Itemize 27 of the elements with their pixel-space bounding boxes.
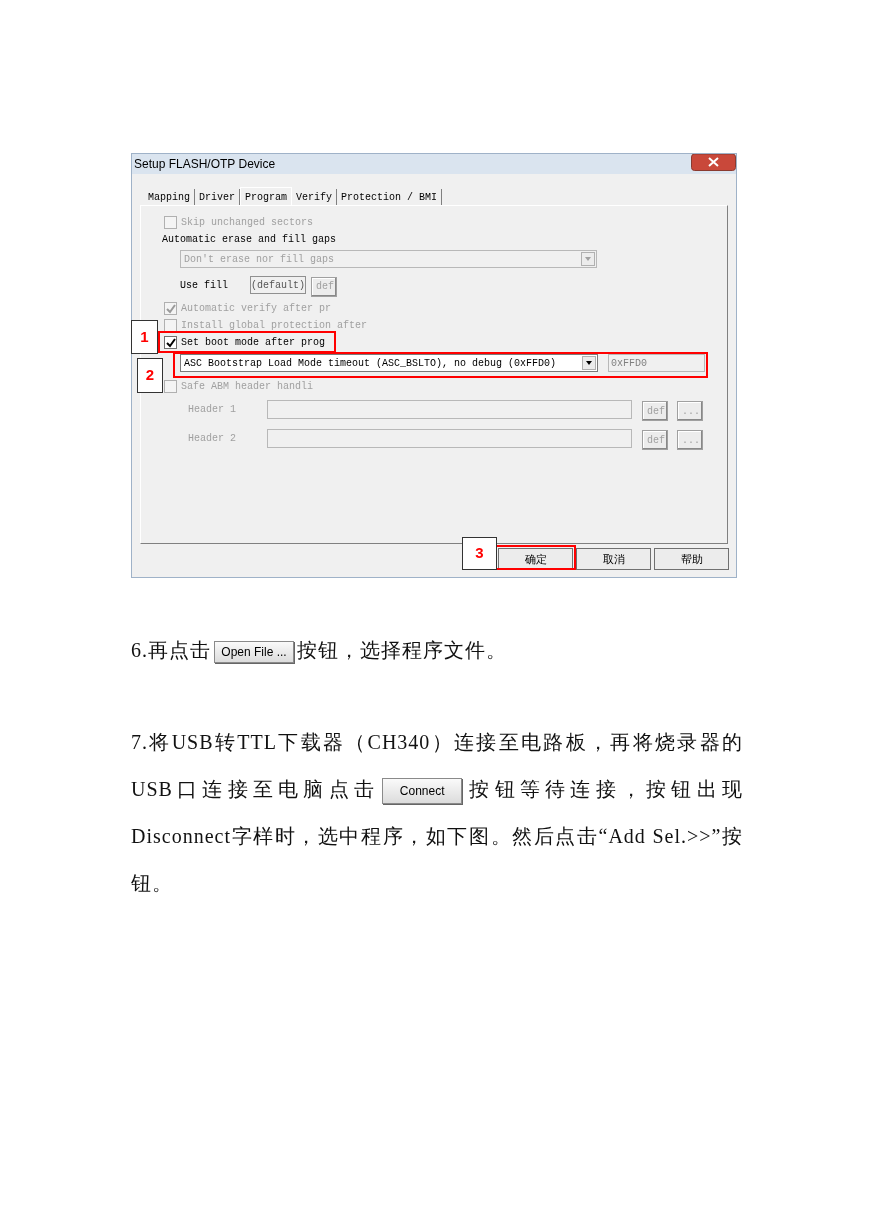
- checkbox[interactable]: [164, 336, 177, 349]
- checkbox-label: Safe ABM header handli: [181, 380, 314, 393]
- dialog-button[interactable]: 帮助: [654, 548, 729, 570]
- checkbox-label: Install global protection after: [181, 319, 368, 332]
- dialog-button[interactable]: 取消: [576, 548, 651, 570]
- fill-field[interactable]: (default): [250, 276, 306, 294]
- section-label: Automatic erase and fill gaps: [162, 233, 337, 247]
- checkbox-label: Skip unchanged sectors: [181, 216, 314, 229]
- window-title: Setup FLASH/OTP Device: [134, 156, 276, 173]
- instruction-paragraph: 7.将USB转TTL下载器（CH340）连接至电路板，再将烧录器的USB口连接至电脑点击 Connect 按钮等待连接，按钮出现Disconnect字样时，选中程序，如下图。然后点击“Add Sel.>>”按钮。: [131, 730, 743, 896]
- inline-button-image: Connect: [382, 778, 463, 805]
- field-label: Use fill: [180, 278, 229, 293]
- value-field[interactable]: 0xFFD0: [608, 354, 705, 372]
- instruction-paragraph: 6.再点击 Open File ... 按钮，选择程序文件。: [131, 627, 743, 674]
- header-field[interactable]: [267, 400, 632, 419]
- field-label: Header 1: [188, 403, 237, 417]
- callout-number: 1: [131, 320, 158, 354]
- header-field[interactable]: [267, 429, 632, 448]
- checkbox-label: Set boot mode after prog: [181, 336, 326, 349]
- close-icon[interactable]: [691, 154, 736, 171]
- callout-number: 2: [137, 358, 163, 393]
- field-label: Header 2: [188, 432, 237, 446]
- inline-button-image: Open File ...: [214, 641, 294, 664]
- checkbox-label: Automatic verify after pr: [181, 302, 332, 315]
- dialog-button[interactable]: 确定: [498, 548, 573, 570]
- dropdown[interactable]: ASC Bootstrap Load Mode timeout (ASC_BSLTO), no debug (0xFFD0): [180, 354, 598, 372]
- callout-number: 3: [462, 537, 497, 570]
